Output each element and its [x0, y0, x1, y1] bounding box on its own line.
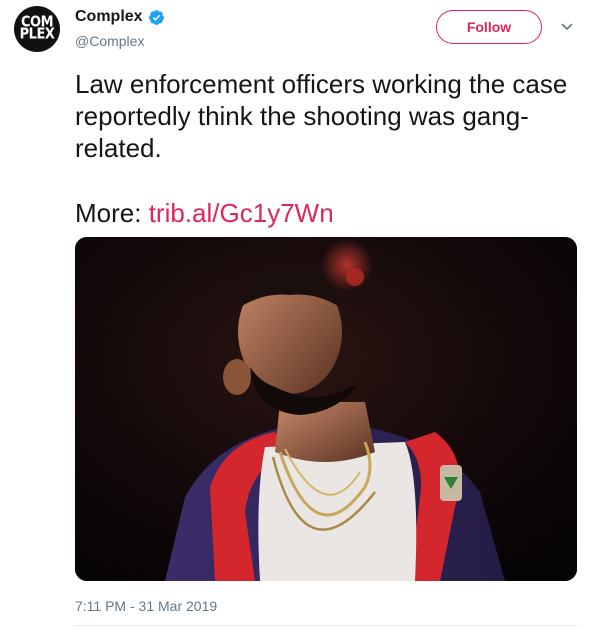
tweet-link[interactable]: trib.al/Gc1y7Wn: [149, 198, 334, 228]
tweet-body: Law enforcement officers working the cas…: [75, 69, 568, 163]
account-name-row: Complex: [75, 8, 165, 26]
verified-badge-icon: [148, 9, 164, 25]
avatar[interactable]: COM PLEX: [14, 6, 60, 52]
tweet-text: Law enforcement officers working the cas…: [75, 68, 575, 164]
account-handle[interactable]: @Complex: [75, 33, 144, 49]
display-name[interactable]: Complex: [75, 8, 143, 26]
divider: [75, 625, 577, 626]
follow-button[interactable]: Follow: [436, 10, 542, 44]
more-label: More:: [75, 198, 142, 228]
chevron-down-icon[interactable]: [561, 21, 573, 33]
tweet-photo[interactable]: [75, 237, 577, 581]
tweet-timestamp[interactable]: 7:11 PM - 31 Mar 2019: [75, 598, 217, 614]
avatar-text-line2: PLEX: [19, 25, 55, 44]
photo-illustration: [75, 237, 577, 581]
tweet-more-line: More: trib.al/Gc1y7Wn: [75, 197, 334, 229]
tweet-card: COM PLEX Complex @Complex Follow Law enf…: [0, 0, 590, 629]
